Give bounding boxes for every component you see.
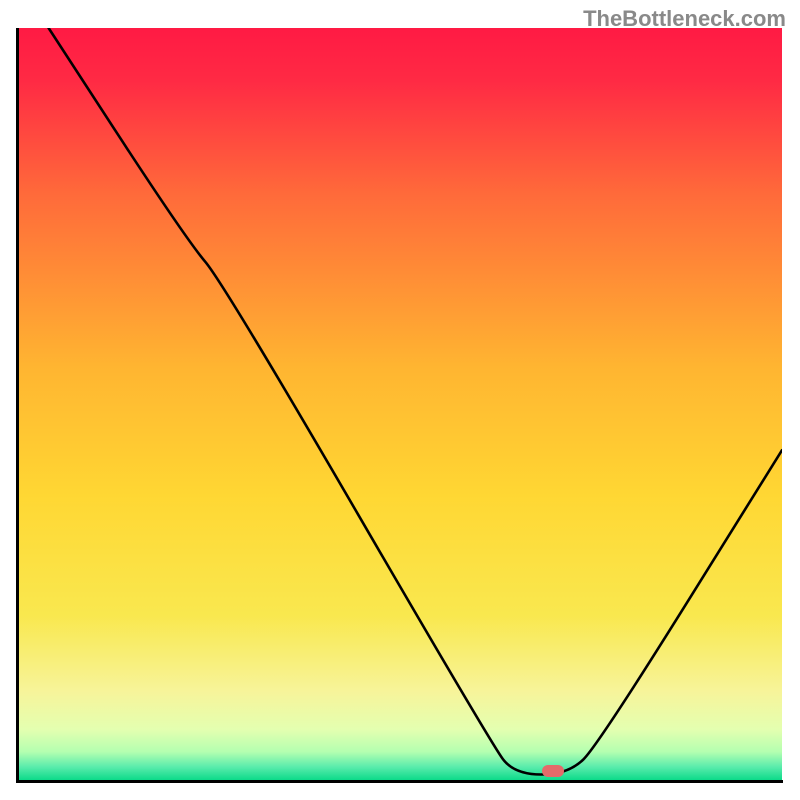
- watermark: TheBottleneck.com: [583, 6, 786, 32]
- y-axis: [16, 28, 19, 782]
- chart-plot-area: [18, 28, 782, 782]
- x-axis: [16, 780, 783, 783]
- optimal-marker: [542, 765, 564, 777]
- bottleneck-curve: [18, 28, 782, 782]
